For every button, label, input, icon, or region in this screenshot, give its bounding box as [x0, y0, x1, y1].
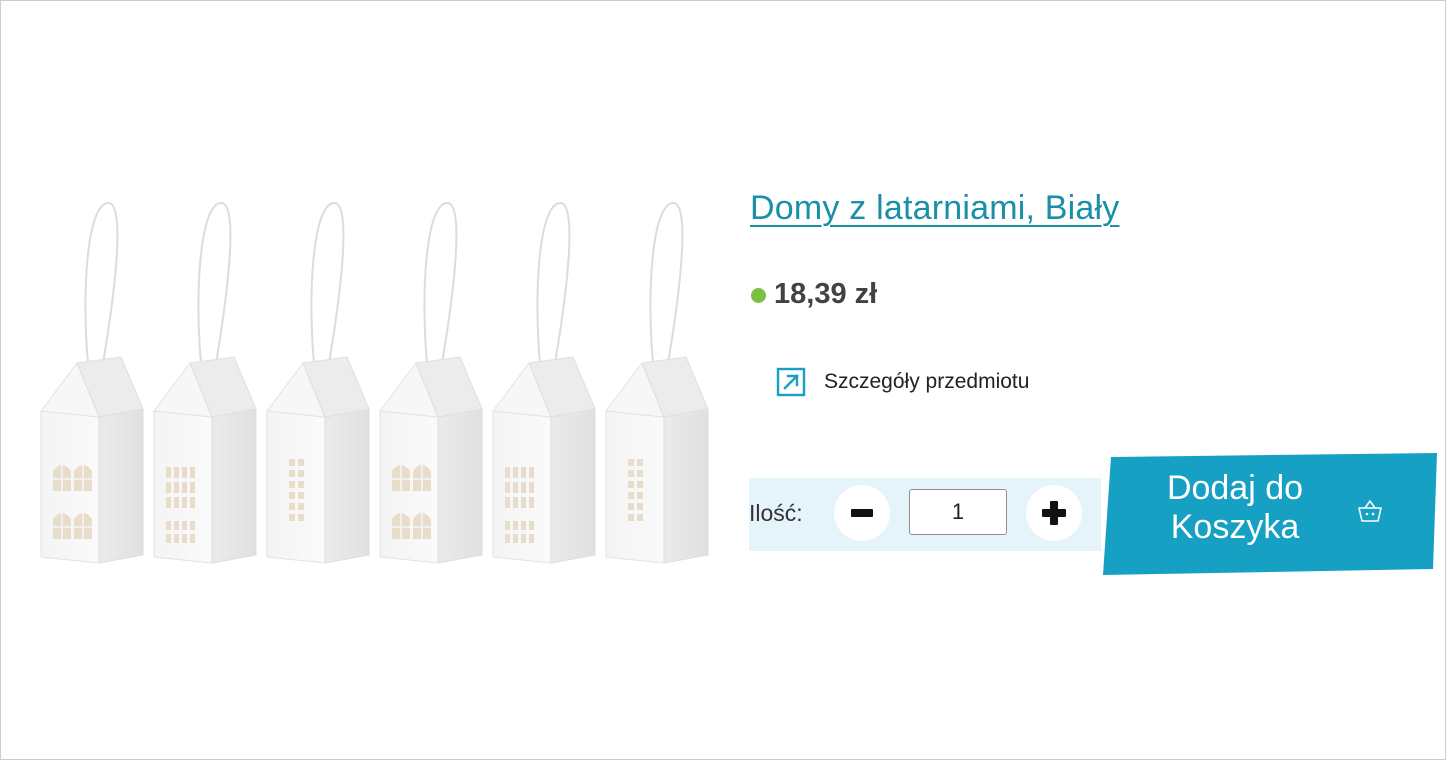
product-title[interactable]: Domy z latarniami, Biały [750, 189, 1119, 228]
price-row: 18,39 zł [751, 278, 877, 311]
product-price: 18,39 zł [774, 278, 878, 310]
plus-icon [1042, 501, 1066, 525]
add-to-cart-label: Dodaj do Koszyka [1166, 469, 1304, 546]
quantity-label: Ilość: [749, 500, 803, 526]
house-lantern [379, 201, 483, 564]
details-link[interactable]: Szczegóły przedmiotu [776, 367, 1029, 397]
house-lantern [153, 201, 257, 564]
quantity-input[interactable] [909, 489, 1007, 535]
house-lantern [492, 201, 596, 564]
house-lantern [40, 201, 144, 564]
minus-icon [851, 509, 873, 517]
house-lantern [605, 201, 709, 564]
product-card: Domy z latarniami, Biały 18,39 zł Szczeg… [0, 0, 1446, 760]
product-image[interactable] [29, 191, 719, 571]
basket-icon [1358, 500, 1382, 522]
quantity-stepper: Ilość: [749, 478, 1101, 551]
availability-dot-icon [751, 288, 766, 303]
add-to-cart-button[interactable]: Dodaj do Koszyka [1103, 453, 1437, 575]
house-lantern [266, 201, 370, 564]
quantity-decrease-button[interactable] [834, 485, 890, 541]
quantity-increase-button[interactable] [1026, 485, 1082, 541]
details-link-label: Szczegóły przedmiotu [824, 370, 1030, 393]
external-arrow-icon [776, 367, 806, 397]
